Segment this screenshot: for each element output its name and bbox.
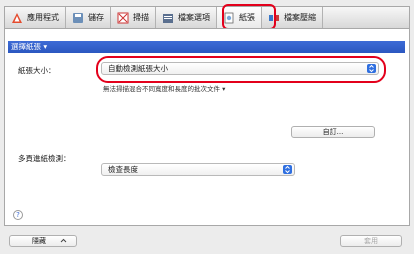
save-icon	[72, 12, 84, 24]
help-button[interactable]: ?	[13, 210, 23, 220]
tab-highlight-frame	[222, 4, 276, 30]
section-header[interactable]: 選擇紙張 ▾	[8, 41, 405, 53]
chevron-up-icon	[60, 237, 67, 245]
tab-label: 檔案壓縮	[284, 13, 316, 22]
multifeed-value: 檢查長度	[108, 165, 138, 174]
tab-label: 掃描	[133, 13, 149, 22]
apply-button[interactable]: 套用	[340, 235, 402, 247]
multifeed-select[interactable]: 檢查長度	[101, 163, 295, 176]
tab-bar: 應用程式 儲存 掃描 檔案選項 紙張 檔案壓縮	[4, 6, 410, 28]
dropdown-arrow-icon	[283, 165, 292, 174]
tab-file-options[interactable]: 檔案選項	[156, 7, 217, 28]
tab-application[interactable]: 應用程式	[5, 7, 66, 28]
app-icon	[11, 12, 23, 24]
tab-scan[interactable]: 掃描	[111, 7, 156, 28]
tab-label: 應用程式	[27, 13, 59, 22]
paper-size-label: 紙張大小：	[18, 66, 56, 75]
multifeed-label: 多頁進紙檢測：	[18, 154, 71, 163]
paper-size-note[interactable]: 無法掃描混合不同寬度和長度的批次文件 ▾	[103, 83, 225, 93]
tab-label: 檔案選項	[178, 13, 210, 22]
select-highlight-frame	[96, 56, 386, 83]
scan-icon	[117, 12, 129, 24]
tab-save[interactable]: 儲存	[66, 7, 111, 28]
hide-button[interactable]: 隱藏	[9, 235, 77, 247]
hide-button-label: 隱藏	[32, 237, 46, 245]
tab-label: 儲存	[88, 13, 104, 22]
file-options-icon	[162, 12, 174, 24]
custom-button[interactable]: 自訂...	[291, 126, 375, 138]
